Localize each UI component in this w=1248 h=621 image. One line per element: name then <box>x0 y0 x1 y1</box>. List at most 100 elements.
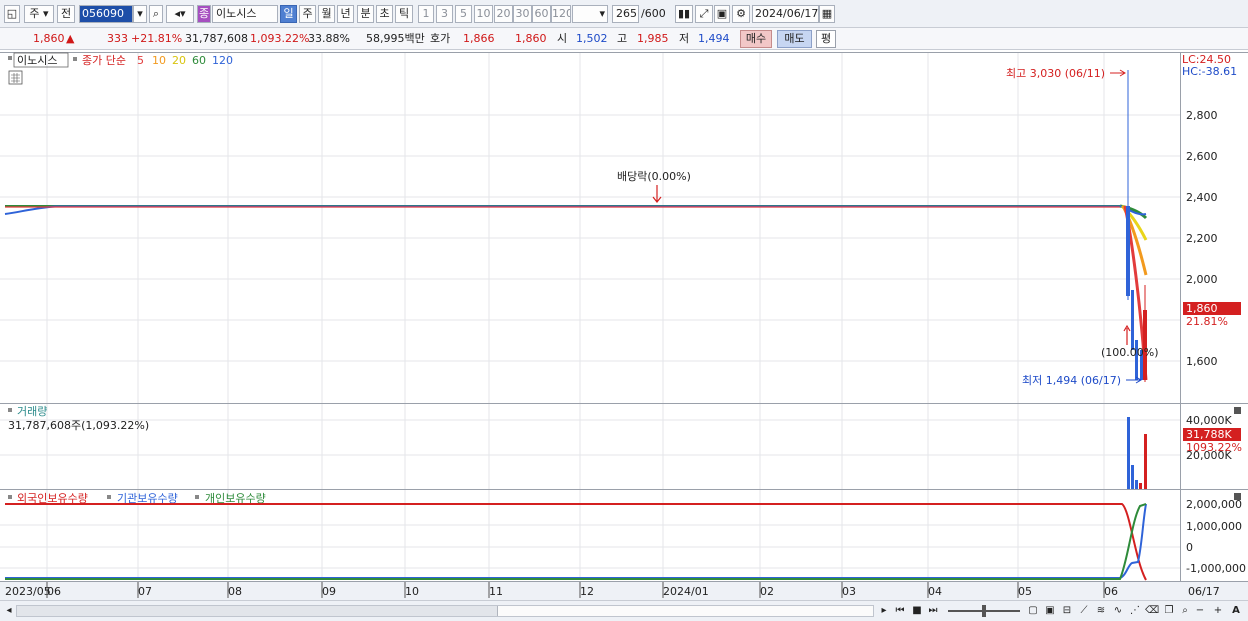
ma-60: 60 <box>192 54 206 67</box>
search-icon[interactable]: ⌕ <box>149 5 163 23</box>
volume-value: 31,787,608 <box>185 32 248 45</box>
stock-chart[interactable]: 이노시스 종가 단순 5 10 20 60 120 최고 3,030 (06/1… <box>0 51 1248 600</box>
stock-name-field[interactable]: 이노시스 <box>212 5 278 23</box>
scroll-left-icon[interactable]: ◂ <box>3 604 15 618</box>
interval-60[interactable]: 60 <box>532 5 551 23</box>
eraser-icon[interactable]: ⌫ <box>1145 604 1159 618</box>
play-forward-icon[interactable]: ⏭ <box>926 604 940 618</box>
h-tick-0: 0 <box>1186 541 1193 554</box>
tab-second[interactable]: 초 <box>376 5 393 23</box>
zoom-slider-handle[interactable] <box>982 605 986 617</box>
interval-10[interactable]: 10 <box>474 5 493 23</box>
count-total: /600 <box>641 7 666 20</box>
low-price: 1,494 <box>698 32 730 45</box>
panel-collapse-icon[interactable] <box>8 56 12 60</box>
zoom-search-icon[interactable]: ⌕ <box>1178 604 1192 618</box>
volume-panel-close-icon[interactable] <box>1234 407 1241 414</box>
buy-button[interactable]: 매수 <box>740 30 772 48</box>
holding-panel-icon[interactable] <box>8 495 12 499</box>
period-select[interactable]: 주 ▾ <box>24 5 54 23</box>
copy-icon[interactable]: ❐ <box>1162 604 1176 618</box>
volume-panel-icon[interactable] <box>8 408 12 412</box>
code-dropdown-icon[interactable]: ▾ <box>133 5 147 23</box>
stock-type-badge: 종 <box>197 5 211 23</box>
jeon-button[interactable]: 전 <box>57 5 75 23</box>
quote-bar: 1,860 ▲ 333 +21.81% 31,787,608 1,093.22%… <box>0 28 1248 50</box>
turnover-rate: 33.88% <box>308 32 350 45</box>
sell-button[interactable]: 매도 <box>777 30 812 48</box>
ma-10: 10 <box>152 54 166 67</box>
table-grid-icon[interactable] <box>8 70 23 85</box>
tab-year[interactable]: 년 <box>337 5 354 23</box>
zoom-slider[interactable] <box>948 604 1020 618</box>
x-label: 05 <box>1018 585 1032 598</box>
tab-month[interactable]: 월 <box>318 5 335 23</box>
chart-scrollbar[interactable] <box>16 605 874 617</box>
chart-background <box>0 51 1248 600</box>
stock-code-input[interactable]: 056090 <box>79 5 133 23</box>
scrollbar-thumb[interactable] <box>497 606 873 616</box>
current-price-tag-text: 1,860 <box>1186 302 1218 315</box>
price-change: 333 <box>107 32 128 45</box>
tab-day[interactable]: 일 <box>280 5 297 23</box>
wave-icon[interactable]: ∿ <box>1111 604 1125 618</box>
volume-y-tick-40000k: 40,000K <box>1186 414 1232 427</box>
x-label: 08 <box>228 585 242 598</box>
interval-1[interactable]: 1 <box>418 5 434 23</box>
h-tick-2000000: 2,000,000 <box>1186 498 1242 511</box>
interval-5[interactable]: 5 <box>455 5 472 23</box>
interval-3[interactable]: 3 <box>436 5 453 23</box>
interval-custom-select[interactable]: ▾ <box>572 5 608 23</box>
legend-separator-icon <box>107 495 111 499</box>
compare-icon[interactable]: ⤢ <box>695 5 713 23</box>
low-label: 저 <box>679 32 690 45</box>
chart-toolbar: ◱ 주 ▾ 전 056090 ▾ ⌕ ◂▾ 종 이노시스 일 주 월 년 분 초… <box>0 0 1248 28</box>
trend-line-icon[interactable]: ⟋ <box>1077 604 1091 618</box>
x-label: 03 <box>842 585 856 598</box>
ma-settings-icon[interactable] <box>73 57 77 61</box>
candle-type-icon[interactable]: ▮▮ <box>675 5 693 23</box>
volume-value-label: 31,787,608주(1,093.22%) <box>8 419 149 432</box>
hc-label: HC:-38.61 <box>1182 65 1237 78</box>
split-view-icon[interactable]: ▣ <box>1043 604 1057 618</box>
volume-bar <box>1135 480 1138 489</box>
fibo-icon[interactable]: ⋰ <box>1128 604 1142 618</box>
split-label: (100.00%) <box>1101 346 1159 359</box>
gear-icon[interactable]: ⚙ <box>732 5 750 23</box>
tab-tick[interactable]: 틱 <box>395 5 413 23</box>
zoom-out-icon[interactable]: − <box>1194 604 1206 618</box>
scroll-right-icon[interactable]: ▸ <box>878 604 890 618</box>
high-price: 1,985 <box>637 32 669 45</box>
zoom-in-icon[interactable]: + <box>1212 604 1224 618</box>
x-label: 06 <box>1104 585 1118 598</box>
interval-30[interactable]: 30 <box>513 5 532 23</box>
sound-icon[interactable]: ◂▾ <box>166 5 194 23</box>
candle-body <box>1131 290 1134 350</box>
save-icon[interactable]: ▣ <box>714 5 730 23</box>
candle-body <box>1143 310 1147 380</box>
play-back-icon[interactable]: ⏮ <box>893 604 907 618</box>
x-label: 12 <box>580 585 594 598</box>
auto-scale-icon[interactable]: A <box>1229 604 1243 618</box>
h-tick-1000000: 1,000,000 <box>1186 520 1242 533</box>
volume-bar <box>1127 417 1130 489</box>
stop-icon[interactable]: ■ <box>910 604 924 618</box>
chart-scrollbar-bar: ◂ ▸ ⏮ ■ ⏭ ▢ ▣ ⊟ ⟋ ≋ ∿ ⋰ ⌫ ❐ ⌕ − + A <box>0 600 1248 621</box>
tab-minute[interactable]: 분 <box>357 5 374 23</box>
interval-20[interactable]: 20 <box>494 5 513 23</box>
layout-icon[interactable]: ▢ <box>1026 604 1040 618</box>
y-tick-2200: 2,200 <box>1186 232 1218 245</box>
average-button[interactable]: 평 <box>816 30 836 48</box>
chart-settings-icon[interactable]: ◱ <box>4 5 20 23</box>
chevron-down-icon: ▾ <box>599 7 605 20</box>
multi-line-icon[interactable]: ≋ <box>1094 604 1108 618</box>
calendar-icon[interactable]: ▦ <box>819 5 835 23</box>
count-input[interactable]: 265 <box>612 5 639 23</box>
current-pct-tag: 21.81% <box>1186 315 1228 328</box>
ask-price: 1,866 <box>463 32 495 45</box>
interval-120[interactable]: 120 <box>551 5 571 23</box>
tab-week[interactable]: 주 <box>299 5 316 23</box>
date-input[interactable]: 2024/06/17 <box>752 5 819 23</box>
y-tick-2000: 2,000 <box>1186 273 1218 286</box>
overlay-icon[interactable]: ⊟ <box>1060 604 1074 618</box>
